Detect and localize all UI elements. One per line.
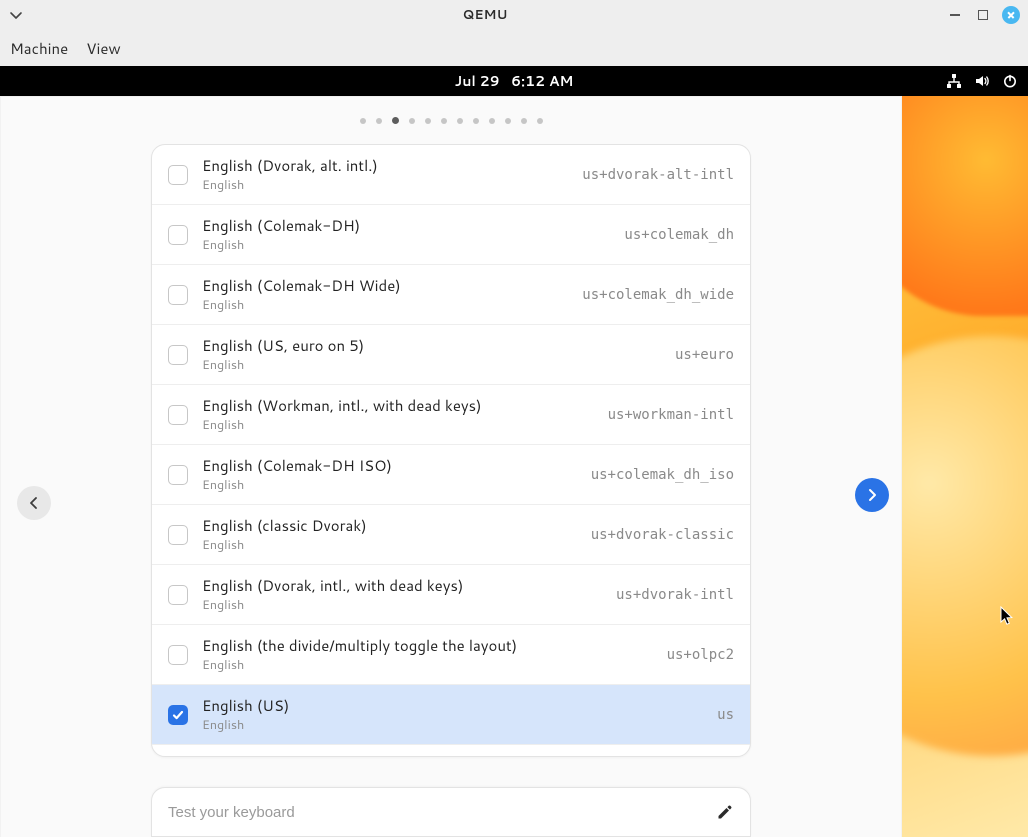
layout-subtitle: English: [202, 656, 653, 674]
keyboard-layout-row[interactable]: English (US, euro on 5)English us+euro: [152, 325, 750, 385]
topbar-date: Jul 29: [455, 71, 500, 91]
layout-subtitle: English: [202, 416, 594, 434]
test-keyboard-bar: [151, 787, 751, 837]
keyboard-layout-row[interactable]: English (US)English us: [152, 685, 750, 745]
window-close-button[interactable]: [1002, 6, 1020, 24]
layout-subtitle: English: [202, 296, 568, 314]
window-titlebar: QEMU: [0, 0, 1028, 30]
layout-code: us+colemak_dh: [624, 227, 734, 243]
layout-title: English (the divide/multiply toggle the …: [202, 635, 653, 656]
layout-title: English (Workman, intl., with dead keys): [202, 395, 594, 416]
page-dot[interactable]: [441, 118, 447, 124]
page-dot[interactable]: [392, 117, 399, 124]
layout-code: us+olpc2: [667, 647, 734, 663]
layout-checkbox[interactable]: [168, 705, 188, 725]
keyboard-layout-row[interactable]: English (classic Dvorak)English us+dvorak…: [152, 505, 750, 565]
layout-checkbox[interactable]: [168, 465, 188, 485]
page-dot[interactable]: [360, 118, 366, 124]
layout-subtitle: English: [202, 356, 661, 374]
keyboard-layout-row[interactable]: English (Dvorak, right-handed)Englishus+…: [152, 745, 750, 757]
window-title: QEMU: [462, 6, 507, 24]
initial-setup-window: English (Dvorak, alt. intl.)Englishus+dv…: [1, 96, 901, 837]
keyboard-layout-row[interactable]: English (Workman, intl., with dead keys)…: [152, 385, 750, 445]
layout-subtitle: English: [202, 176, 568, 194]
layout-code: us: [717, 707, 734, 723]
qemu-window: QEMU Machine View Jul 29 6:12 AM: [0, 0, 1028, 837]
layout-title: English (Colemak-DH): [202, 215, 610, 236]
layout-title: English (Dvorak, intl., with dead keys): [202, 575, 602, 596]
page-dot[interactable]: [409, 118, 415, 124]
volume-icon[interactable]: [974, 73, 990, 89]
gnome-top-bar: Jul 29 6:12 AM: [0, 66, 1028, 96]
page-dot[interactable]: [489, 118, 495, 124]
layout-code: us+euro: [675, 347, 734, 363]
layout-title: English (Dvorak, right-handed): [202, 755, 627, 757]
layout-code: us+dvorak-intl: [616, 587, 734, 603]
page-indicator: [1, 96, 901, 144]
page-dot[interactable]: [521, 118, 527, 124]
layout-code: us+workman-intl: [608, 407, 734, 423]
keyboard-layout-row[interactable]: English (Colemak-DH Wide)English us+colem…: [152, 265, 750, 325]
page-dot[interactable]: [457, 118, 463, 124]
keyboard-layout-row[interactable]: English (the divide/multiply toggle the …: [152, 625, 750, 685]
layout-checkbox[interactable]: [168, 225, 188, 245]
layout-subtitle: English: [202, 236, 610, 254]
layout-checkbox[interactable]: [168, 285, 188, 305]
layout-title: English (Colemak-DH ISO): [202, 455, 577, 476]
page-dot[interactable]: [376, 118, 382, 124]
guest-display: Jul 29 6:12 AM English (Dvorak, alt. int…: [0, 66, 1028, 837]
layout-title: English (classic Dvorak): [202, 515, 577, 536]
test-keyboard-input[interactable]: [168, 804, 704, 821]
edit-icon: [716, 803, 734, 821]
page-dot[interactable]: [537, 118, 543, 124]
power-icon[interactable]: [1002, 73, 1018, 89]
window-maximize-button[interactable]: [974, 6, 992, 24]
previous-page-button[interactable]: [17, 486, 51, 520]
menu-machine[interactable]: Machine: [10, 38, 68, 59]
layout-checkbox[interactable]: [168, 585, 188, 605]
layout-subtitle: English: [202, 476, 577, 494]
layout-code: us+dvorak-alt-intl: [582, 167, 734, 183]
layout-title: English (Dvorak, alt. intl.): [202, 155, 568, 176]
layout-code: us+colemak_dh_iso: [591, 467, 734, 483]
layout-checkbox[interactable]: [168, 525, 188, 545]
layout-title: English (US, euro on 5): [202, 335, 661, 356]
keyboard-layout-row[interactable]: English (Dvorak, alt. intl.)English us+dv…: [152, 145, 750, 205]
layout-checkbox[interactable]: [168, 165, 188, 185]
page-dot[interactable]: [425, 118, 431, 124]
menu-bar: Machine View: [0, 30, 1028, 66]
keyboard-layout-row[interactable]: English (Colemak-DH)English us+colemak_dh: [152, 205, 750, 265]
app-menu-icon[interactable]: [8, 7, 24, 23]
network-icon[interactable]: [946, 73, 962, 89]
topbar-time: 6:12 AM: [511, 71, 573, 91]
layout-code: us+dvorak-classic: [591, 527, 734, 543]
layout-code: us+colemak_dh_wide: [582, 287, 734, 303]
keyboard-layout-list: English (Dvorak, alt. intl.)Englishus+dv…: [151, 144, 751, 757]
layout-subtitle: English: [202, 596, 602, 614]
layout-checkbox[interactable]: [168, 405, 188, 425]
keyboard-layout-row[interactable]: English (Dvorak, intl., with dead keys)E…: [152, 565, 750, 625]
page-dot[interactable]: [473, 118, 479, 124]
window-minimize-button[interactable]: [946, 6, 964, 24]
layout-checkbox[interactable]: [168, 645, 188, 665]
layout-checkbox[interactable]: [168, 345, 188, 365]
layout-subtitle: English: [202, 536, 577, 554]
menu-view[interactable]: View: [86, 38, 121, 59]
layout-subtitle: English: [202, 716, 703, 734]
layout-title: English (US): [202, 695, 703, 716]
page-dot[interactable]: [505, 118, 511, 124]
layout-title: English (Colemak-DH Wide): [202, 275, 568, 296]
keyboard-layout-row[interactable]: English (Colemak-DH ISO)English us+colema…: [152, 445, 750, 505]
next-page-button[interactable]: [855, 478, 889, 512]
desktop-wallpaper: [902, 96, 1028, 837]
